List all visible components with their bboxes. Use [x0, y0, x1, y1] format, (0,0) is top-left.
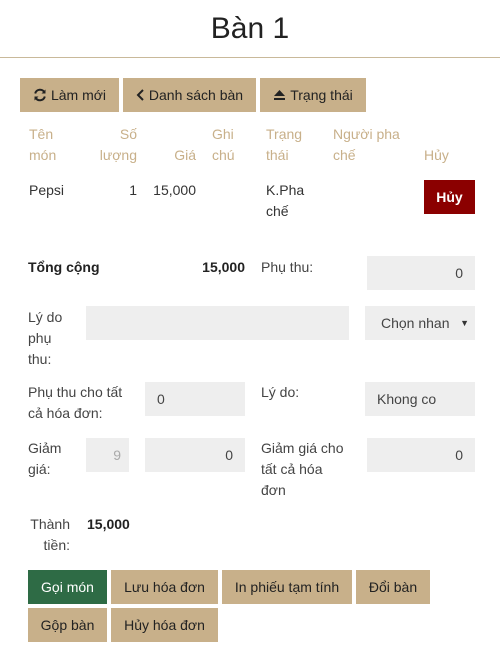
- col-header-price: Giá: [174, 147, 196, 163]
- col-header-qty: Số lượng: [99, 126, 137, 163]
- total-value: 15,000: [202, 259, 245, 275]
- discount-all-label: Giảm giá cho tất cả hóa đơn: [261, 440, 344, 498]
- cancel-item-button[interactable]: Hủy: [424, 180, 475, 214]
- col-header-cancel: Hủy: [424, 147, 449, 163]
- cell-status: K.Pha chế: [266, 182, 305, 219]
- grand-total-label: Thành tiền:: [30, 516, 70, 553]
- status-button[interactable]: Trạng thái: [260, 78, 366, 112]
- cell-price: 15,000: [153, 182, 196, 198]
- col-header-name: Tên món: [29, 126, 57, 163]
- surcharge-all-label: Phụ thu cho tất cả hóa đơn:: [28, 384, 123, 421]
- col-header-note: Ghi chú: [212, 126, 235, 163]
- surcharge-reason-select[interactable]: Chọn nhan ▼: [365, 306, 475, 340]
- surcharge-all-input[interactable]: 0: [145, 382, 245, 416]
- order-button[interactable]: Gọi món: [28, 570, 107, 604]
- merge-table-button[interactable]: Gộp bàn: [28, 608, 107, 642]
- print-bill-button[interactable]: In phiếu tạm tính: [222, 570, 352, 604]
- col-header-bartender: Người pha chế: [333, 126, 400, 163]
- col-header-status: Trạng thái: [266, 126, 303, 163]
- cell-name: Pepsi: [29, 182, 65, 198]
- table-list-button[interactable]: Danh sách bàn: [123, 78, 256, 112]
- surcharge-reason-label: Lý do phụ thu:: [28, 309, 63, 367]
- discount-percent-input[interactable]: 9: [86, 438, 129, 472]
- discount-input[interactable]: 0: [145, 438, 245, 472]
- chevron-left-icon: [136, 89, 145, 101]
- change-table-button[interactable]: Đổi bàn: [356, 570, 430, 604]
- status-label: Trạng thái: [290, 87, 353, 103]
- reason-input[interactable]: Khong co: [365, 382, 475, 416]
- grand-total-value: 15,000: [87, 516, 130, 532]
- refresh-label: Làm mới: [50, 87, 107, 103]
- cell-qty: 1: [129, 182, 137, 198]
- surcharge-input[interactable]: 0: [367, 256, 475, 290]
- refresh-button[interactable]: Làm mới: [20, 78, 119, 112]
- surcharge-label: Phụ thu:: [261, 259, 314, 275]
- refresh-icon: [33, 88, 47, 102]
- table-list-label: Danh sách bàn: [148, 87, 244, 103]
- discount-label: Giảm giá:: [28, 440, 62, 477]
- surcharge-reason-input[interactable]: [86, 306, 349, 340]
- header-divider: [0, 57, 500, 58]
- discount-all-input[interactable]: 0: [367, 438, 475, 472]
- save-invoice-button[interactable]: Lưu hóa đơn: [111, 570, 218, 604]
- caret-down-icon: ▼: [460, 318, 469, 328]
- total-label: Tổng cộng: [28, 259, 100, 275]
- cancel-invoice-button[interactable]: Hủy hóa đơn: [111, 608, 218, 642]
- page-title: Bàn 1: [210, 12, 290, 45]
- reason-label: Lý do:: [261, 384, 300, 400]
- eject-icon: [273, 89, 286, 101]
- surcharge-select-value: Chọn nhan: [381, 315, 450, 331]
